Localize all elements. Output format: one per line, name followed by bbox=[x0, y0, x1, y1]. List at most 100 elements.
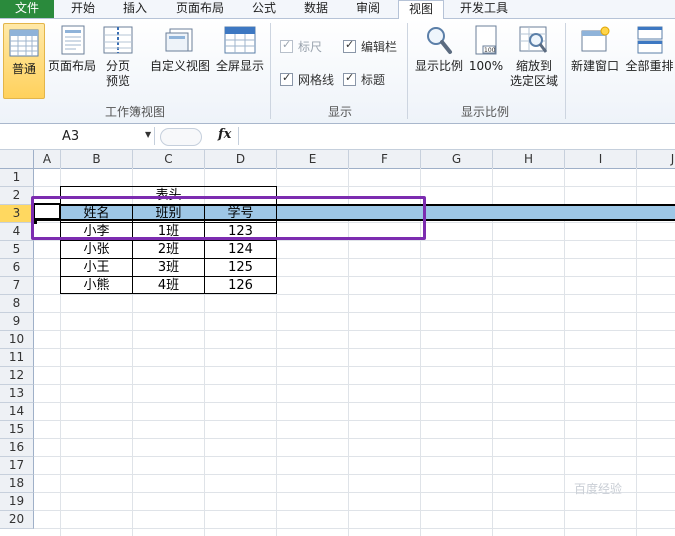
tab-formulas[interactable]: 公式 bbox=[244, 0, 284, 18]
row-header-4[interactable]: 4 bbox=[0, 223, 34, 241]
page-break-preview-label-2: 预览 bbox=[105, 74, 130, 88]
tab-insert[interactable]: 插入 bbox=[114, 0, 156, 18]
magnifier-icon bbox=[427, 27, 452, 54]
column-header-c[interactable]: C bbox=[133, 150, 205, 168]
zoom-100-label: 100% bbox=[468, 59, 504, 73]
row-header-2[interactable]: 2 bbox=[0, 187, 34, 205]
column-header-i[interactable]: I bbox=[565, 150, 637, 168]
tab-view[interactable]: 视图 bbox=[398, 0, 444, 20]
column-header-e[interactable]: E bbox=[277, 150, 349, 168]
new-window-icon bbox=[581, 26, 610, 52]
group-separator bbox=[565, 23, 566, 119]
row-header-11[interactable]: 11 bbox=[0, 349, 34, 367]
table-cell[interactable]: 3班 bbox=[133, 259, 204, 276]
gridline bbox=[34, 384, 675, 385]
row-header-1[interactable]: 1 bbox=[0, 169, 34, 187]
table-cell[interactable]: 124 bbox=[205, 241, 276, 258]
formula-bar-checkbox[interactable]: 编辑栏 bbox=[343, 38, 397, 55]
checkbox-check-icon bbox=[280, 38, 293, 53]
page-break-preview-button[interactable]: 分页 预览 bbox=[100, 25, 136, 99]
formula-bar-label: 编辑栏 bbox=[361, 40, 398, 54]
zoom-100-icon: 100 bbox=[475, 25, 497, 55]
gridline bbox=[34, 420, 675, 421]
full-screen-button[interactable]: 全屏显示 bbox=[214, 25, 266, 99]
name-box-value: A3 bbox=[62, 129, 80, 144]
table-cell[interactable]: 2班 bbox=[133, 241, 204, 258]
insert-function-icon[interactable]: fx bbox=[218, 127, 231, 142]
custom-views-icon bbox=[165, 28, 193, 52]
zoom-button[interactable]: 显示比例 bbox=[412, 25, 466, 99]
gridline bbox=[34, 312, 675, 313]
row-header-3[interactable]: 3 bbox=[0, 205, 34, 223]
row-header-8[interactable]: 8 bbox=[0, 295, 34, 313]
name-box[interactable]: A3 ▼ bbox=[0, 127, 155, 145]
page-layout-view-button[interactable]: 页面布局 bbox=[46, 25, 98, 99]
arrange-all-button[interactable]: 全部重排 bbox=[624, 25, 675, 99]
row-header-7[interactable]: 7 bbox=[0, 277, 34, 295]
row-header-20[interactable]: 20 bbox=[0, 511, 34, 529]
tab-review[interactable]: 审阅 bbox=[348, 0, 388, 18]
table-cell[interactable]: 4班 bbox=[133, 277, 204, 294]
tab-home[interactable]: 开始 bbox=[62, 0, 104, 18]
table-cell[interactable]: 小张 bbox=[61, 241, 132, 258]
column-header-j[interactable]: J bbox=[637, 150, 675, 168]
select-all-corner[interactable] bbox=[0, 150, 34, 168]
formula-bar-expand-handle[interactable] bbox=[160, 128, 202, 146]
row-header-12[interactable]: 12 bbox=[0, 367, 34, 385]
highlight-annotation-box bbox=[31, 196, 426, 240]
zoom-to-selection-icon bbox=[519, 26, 548, 53]
custom-views-button[interactable]: 自定义视图 bbox=[148, 25, 212, 99]
row-header-9[interactable]: 9 bbox=[0, 313, 34, 331]
page-layout-view-label: 页面布局 bbox=[47, 59, 96, 73]
ruler-checkbox[interactable]: 标尺 bbox=[280, 38, 322, 55]
gridline bbox=[34, 456, 675, 457]
formula-input[interactable] bbox=[238, 127, 675, 145]
row-header-14[interactable]: 14 bbox=[0, 403, 34, 421]
normal-view-button[interactable]: 普通 bbox=[3, 23, 45, 99]
group-label-workbook-views: 工作簿视图 bbox=[104, 105, 165, 119]
row-header-18[interactable]: 18 bbox=[0, 475, 34, 493]
row-header-5[interactable]: 5 bbox=[0, 241, 34, 259]
new-window-button[interactable]: 新建窗口 bbox=[569, 25, 621, 99]
row-header-15[interactable]: 15 bbox=[0, 421, 34, 439]
group-label-show: 显示 bbox=[327, 105, 352, 119]
chevron-down-icon[interactable]: ▼ bbox=[145, 130, 151, 139]
tab-page-layout[interactable]: 页面布局 bbox=[168, 0, 232, 18]
column-header-g[interactable]: G bbox=[421, 150, 493, 168]
row-header-19[interactable]: 19 bbox=[0, 493, 34, 511]
gridline bbox=[34, 294, 675, 295]
gridline bbox=[34, 528, 675, 529]
arrange-all-icon bbox=[637, 26, 662, 54]
worksheet-grid[interactable]: A B C D E F G H I J 1 2 3 4 5 6 7 8 9 10… bbox=[0, 150, 675, 536]
table-cell[interactable]: 126 bbox=[205, 277, 276, 294]
fx-label: fx bbox=[218, 127, 232, 142]
table-cell[interactable]: 小熊 bbox=[61, 277, 132, 294]
svg-text:100: 100 bbox=[484, 47, 496, 54]
full-screen-label: 全屏显示 bbox=[215, 59, 264, 73]
checkbox-check-icon bbox=[280, 71, 293, 86]
row-header-13[interactable]: 13 bbox=[0, 385, 34, 403]
gridline bbox=[34, 474, 675, 475]
column-header-d[interactable]: D bbox=[205, 150, 277, 168]
column-header-h[interactable]: H bbox=[493, 150, 565, 168]
table-cell[interactable]: 125 bbox=[205, 259, 276, 276]
headings-checkbox[interactable]: 标题 bbox=[343, 71, 385, 88]
row-header-17[interactable]: 17 bbox=[0, 457, 34, 475]
zoom-to-selection-button[interactable]: 缩放到 选定区域 bbox=[506, 25, 562, 99]
tab-developer[interactable]: 开发工具 bbox=[452, 0, 516, 18]
zoom-100-button[interactable]: 100 100% bbox=[468, 25, 504, 99]
gridlines-checkbox[interactable]: 网格线 bbox=[280, 71, 334, 88]
column-header-a[interactable]: A bbox=[34, 150, 61, 168]
table-cell[interactable]: 小王 bbox=[61, 259, 132, 276]
column-header-f[interactable]: F bbox=[349, 150, 421, 168]
gridline bbox=[636, 168, 637, 536]
row-header-10[interactable]: 10 bbox=[0, 331, 34, 349]
row-header-16[interactable]: 16 bbox=[0, 439, 34, 457]
row-header-6[interactable]: 6 bbox=[0, 259, 34, 277]
tab-file[interactable]: 文件 bbox=[0, 0, 54, 18]
column-header-b[interactable]: B bbox=[61, 150, 133, 168]
gridline bbox=[34, 438, 675, 439]
full-screen-icon bbox=[224, 26, 256, 54]
group-label-zoom: 显示比例 bbox=[460, 105, 509, 119]
tab-data[interactable]: 数据 bbox=[296, 0, 336, 18]
